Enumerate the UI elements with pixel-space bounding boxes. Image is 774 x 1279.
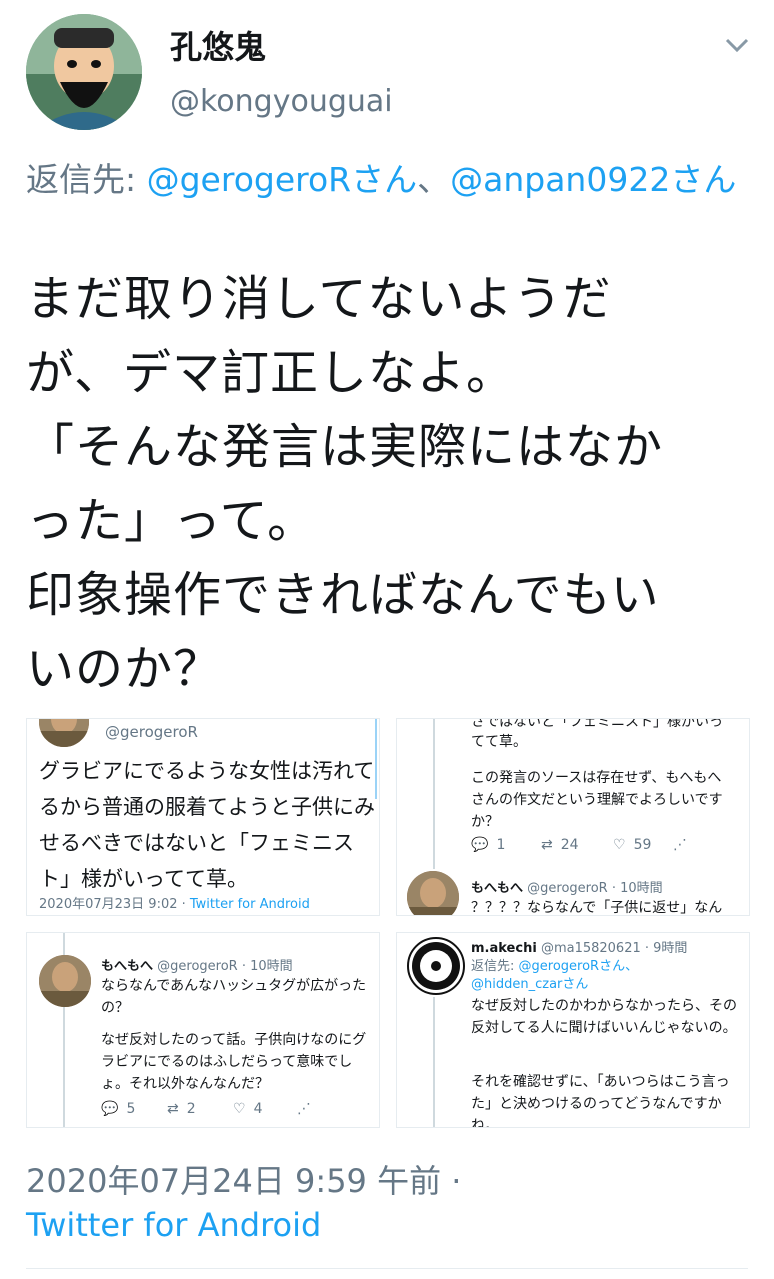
embedded-reply-to: 返信先: @gerogeroRさん、: [471, 955, 638, 974]
embedded-line2: てて草。: [471, 734, 527, 750]
embedded-reply-mention1: @gerogeroRさん、: [518, 959, 639, 974]
embedded-handle: @gerogeroR: [105, 723, 198, 741]
retweet-count: 2: [186, 1101, 196, 1117]
stalin-avatar: [407, 871, 459, 915]
like-icon: ♡: [233, 1101, 246, 1117]
tweet-text: まだ取り消してないようだ が、デマ訂正しなよ。 「そんな発言は実際にはなか った…: [26, 271, 664, 697]
reply-count: 1: [496, 837, 506, 853]
reply-prefix: 返信先:: [26, 160, 147, 199]
retweet-icon: ⇄: [541, 837, 553, 853]
embedded-next-text: ？？？？ならなんで「子供に返せ」なん: [471, 900, 723, 916]
embedded-tweet-text-2: それを確認せずに、「あいつらはこう言った」と決めつけるのってどうなんですかね。: [471, 1074, 730, 1128]
reply-icon: 💬: [101, 1101, 119, 1117]
like-count: 59: [633, 837, 652, 853]
reply-count: 5: [126, 1101, 136, 1117]
author-avatar[interactable]: [26, 14, 142, 130]
embedded-cut-line: さではないと「フェミニスト」様がいっ: [471, 718, 723, 730]
embedded-author-line: もへもへ @gerogeroR · 10時間: [471, 877, 663, 896]
chevron-down-icon[interactable]: [720, 30, 754, 60]
embedded-author-name: m.akechi: [471, 941, 537, 956]
embedded-stats: 💬 1 ⇄ 24 ♡ 59 ⋰: [471, 837, 687, 853]
embedded-author-meta: @gerogeroR · 10時間: [157, 959, 293, 974]
attached-image-1[interactable]: @gerogeroR グラビアにでるような女性は汚れてるから普通の服着てようと子…: [26, 718, 380, 916]
embedded-reply-text: この発言のソースは存在せず、もへもへさんの作文だという理解でよろしいですか？: [471, 770, 723, 830]
embedded-author-line: m.akechi @ma15820621 · 9時間: [471, 937, 687, 956]
embedded-source: Twitter for Android: [189, 897, 310, 912]
like-count: 4: [253, 1101, 263, 1117]
embedded-author-meta: @gerogeroR · 10時間: [527, 881, 663, 896]
retweet-count: 24: [560, 837, 579, 853]
like-icon: ♡: [613, 837, 626, 853]
share-icon: ⋰: [673, 837, 687, 853]
reply-separator: 、: [417, 160, 451, 199]
stalin-avatar: [39, 719, 89, 747]
embedded-tweet-text-2: なぜ反対したのって話。子供向けなのにグラビアにでるのはふしだらって意味でしょ。そ…: [101, 1032, 367, 1092]
kamon-avatar: [407, 937, 465, 995]
author-name[interactable]: 孔悠鬼: [170, 22, 266, 68]
reply-to-line: 返信先: @gerogeroRさん、@anpan0922さん: [26, 158, 748, 202]
divider: [26, 1268, 748, 1269]
embedded-author-meta: @ma15820621 · 9時間: [540, 941, 688, 956]
tweet-timestamp[interactable]: 2020年07月24日 9:59 午前 ·: [26, 1156, 461, 1202]
tweet-source-link[interactable]: Twitter for Android: [26, 1206, 321, 1244]
embedded-date: 2020年07月23日 9:02 ·: [39, 897, 190, 912]
stalin-avatar: [39, 955, 91, 1007]
attached-image-3[interactable]: もへもへ @gerogeroR · 10時間 ならなんであんなハッシュタグが広が…: [26, 932, 380, 1128]
embedded-reply-prefix: 返信先:: [471, 959, 519, 974]
reply-mention-anpan0922[interactable]: @anpan0922さん: [450, 160, 736, 199]
retweet-icon: ⇄: [167, 1101, 179, 1117]
avatar-illustration: [26, 14, 142, 130]
attached-image-4[interactable]: m.akechi @ma15820621 · 9時間 返信先: @geroger…: [396, 932, 750, 1128]
author-handle[interactable]: @kongyouguai: [170, 84, 393, 119]
reply-mention-gerogeror[interactable]: @gerogeroRさん: [147, 160, 418, 199]
embedded-author-name: もへもへ: [471, 881, 524, 896]
embedded-author-line: もへもへ @gerogeroR · 10時間: [101, 955, 293, 974]
attached-image-2[interactable]: さではないと「フェミニスト」様がいっ てて草。 この発言のソースは存在せず、もへ…: [396, 718, 750, 916]
embedded-reply-mention2: @hidden_czarさん: [471, 977, 589, 992]
reply-icon: 💬: [471, 837, 489, 853]
share-icon: ⋰: [297, 1101, 311, 1117]
embedded-author-name: もへもへ: [101, 959, 154, 974]
embedded-tweet-text: グラビアにでるような女性は汚れてるから普通の服着てようと子供にみせるべきではない…: [39, 759, 375, 891]
embedded-stats: 💬 5 ⇄ 2 ♡ 4 ⋰: [101, 1101, 311, 1117]
embedded-tweet-text: ならなんであんなハッシュタグが広がったの？: [101, 978, 367, 1016]
embedded-meta: 2020年07月23日 9:02 · Twitter for Android: [39, 893, 310, 912]
embedded-tweet-text: なぜ反対したのかわからなかったら、その反対してる人に聞けばいいんじゃないの。: [471, 998, 737, 1036]
